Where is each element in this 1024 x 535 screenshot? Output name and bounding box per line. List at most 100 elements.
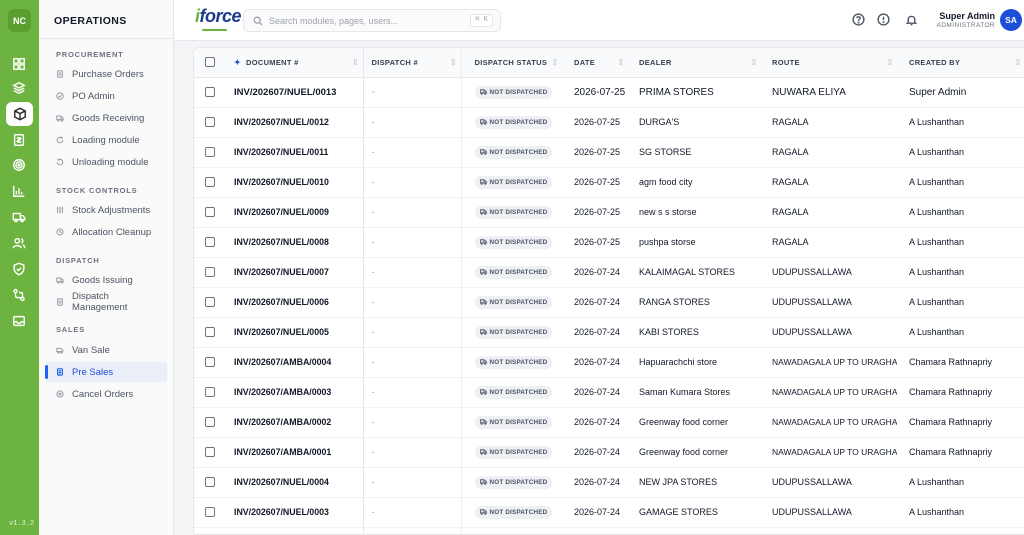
document-number[interactable]: INV/202607/AMBA/0004 <box>225 347 364 377</box>
document-number[interactable]: INV/202607/AMBA/0003 <box>225 377 364 407</box>
row-checkbox[interactable] <box>204 507 215 518</box>
column-header-dispatch-status[interactable]: DISPATCH STATUS ⁞⁞ <box>461 48 562 78</box>
menu-item-van-sale[interactable]: Van Sale <box>45 340 167 360</box>
row-checkbox[interactable] <box>204 417 215 428</box>
row-checkbox[interactable] <box>204 267 215 278</box>
row-select-cell[interactable] <box>194 287 225 317</box>
table-row[interactable]: INV/202607/NUEL/0004- NOT DISPATCHED 2026-… <box>194 467 1024 497</box>
target-icon[interactable] <box>11 157 27 173</box>
row-select-cell[interactable] <box>194 377 225 407</box>
table-row[interactable]: INV/202607/NUEL/0007- NOT DISPATCHED 2026-… <box>194 257 1024 287</box>
table-row[interactable]: INV/202607/NUEL/0009- NOT DISPATCHED 2026-… <box>194 197 1024 227</box>
dashboard-icon[interactable] <box>11 56 27 72</box>
table-row[interactable]: INV/202607/AMBA/0004- NOT DISPATCHED 2026-… <box>194 347 1024 377</box>
document-number[interactable]: INV/202607/AMBA/0001 <box>225 437 364 467</box>
column-header-created-by[interactable]: CREATED BY ⁞⁞ <box>897 48 1024 78</box>
column-resize-handle[interactable]: ⁞⁞ <box>1016 58 1020 67</box>
info-icon[interactable] <box>877 13 892 28</box>
row-select-cell[interactable] <box>194 407 225 437</box>
users-icon[interactable] <box>11 235 27 251</box>
document-number[interactable]: INV/202607/NUEL/0004 <box>225 467 364 497</box>
inbox-icon[interactable] <box>11 313 27 329</box>
table-row[interactable]: INV/202607/AMBA/0002- NOT DISPATCHED 2026-… <box>194 407 1024 437</box>
row-checkbox[interactable] <box>204 327 215 338</box>
shield-icon[interactable] <box>11 261 27 277</box>
row-select-cell[interactable] <box>194 107 225 137</box>
brand-logo[interactable]: iforce <box>195 6 242 27</box>
box-icon[interactable] <box>6 102 33 126</box>
row-select-cell[interactable] <box>194 497 225 527</box>
column-resize-handle[interactable]: ⁞⁞ <box>353 58 357 67</box>
table-row[interactable]: INV/202607/NUEL/0006- NOT DISPATCHED 2026-… <box>194 287 1024 317</box>
table-row[interactable]: INV/202607/NUEL/0003- NOT DISPATCHED 2026-… <box>194 497 1024 527</box>
document-number[interactable]: INV/202607/NUEL/0008 <box>225 227 364 257</box>
row-checkbox[interactable] <box>204 477 215 488</box>
menu-item-loading-module[interactable]: Loading module <box>45 130 167 150</box>
column-header-document[interactable]: ✦ DOCUMENT # ⁞⁞ <box>225 48 364 78</box>
menu-item-cancel-orders[interactable]: Cancel Orders <box>45 384 167 404</box>
table-row[interactable]: INV/202607/AMBA/0003- NOT DISPATCHED 2026-… <box>194 377 1024 407</box>
document-number[interactable]: INV/202607/NUEL/0009 <box>225 197 364 227</box>
document-number[interactable]: INV/202607/AMBA/0002 <box>225 407 364 437</box>
table-row[interactable]: INV/202607/NUEL/0005- NOT DISPATCHED 2026-… <box>194 317 1024 347</box>
help-icon[interactable] <box>852 13 867 28</box>
document-number[interactable]: INV/202607/NUEL/0013 <box>225 77 364 107</box>
search-bar[interactable]: ⌘ K <box>243 9 501 32</box>
row-select-cell[interactable] <box>194 257 225 287</box>
company-logo[interactable]: NC <box>8 9 31 32</box>
row-checkbox[interactable] <box>204 357 215 368</box>
row-checkbox[interactable] <box>204 117 215 128</box>
bell-icon[interactable] <box>905 13 920 28</box>
row-checkbox[interactable] <box>204 86 215 97</box>
table-row[interactable]: INV/202607/AMBA/0001- NOT DISPATCHED 2026-… <box>194 437 1024 467</box>
table-row[interactable]: INV/202607/NUEL/0012- NOT DISPATCHED 2026-… <box>194 107 1024 137</box>
menu-item-dispatch-management[interactable]: Dispatch Management <box>45 291 167 313</box>
column-header-dispatch-no[interactable]: DISPATCH # ⁞⁞ <box>363 48 462 78</box>
menu-item-goods-receiving[interactable]: Goods Receiving <box>45 108 167 128</box>
row-select-cell[interactable] <box>194 197 225 227</box>
column-header-route[interactable]: ROUTE ⁞⁞ <box>761 48 897 78</box>
row-select-cell[interactable] <box>194 347 225 377</box>
document-number[interactable]: INV/202607/NUEL/0006 <box>225 287 364 317</box>
document-number[interactable]: INV/202607/NUEL/0002 <box>225 527 364 534</box>
column-resize-handle[interactable]: ⁞⁞ <box>888 58 892 67</box>
pin-icon[interactable]: ✦ <box>234 58 241 67</box>
row-select-cell[interactable] <box>194 317 225 347</box>
row-checkbox[interactable] <box>204 177 215 188</box>
row-select-cell[interactable] <box>194 167 225 197</box>
document-number[interactable]: INV/202607/NUEL/0003 <box>225 497 364 527</box>
invoice-icon[interactable] <box>11 132 27 148</box>
table-row[interactable]: INV/202607/NUEL/0011- NOT DISPATCHED 2026-… <box>194 137 1024 167</box>
row-checkbox[interactable] <box>204 447 215 458</box>
document-number[interactable]: INV/202607/NUEL/0012 <box>225 107 364 137</box>
table-row[interactable]: INV/202607/NUEL/0008- NOT DISPATCHED 2026-… <box>194 227 1024 257</box>
truck-icon[interactable] <box>11 209 27 225</box>
layers-icon[interactable] <box>11 80 27 96</box>
column-resize-handle[interactable]: ⁞⁞ <box>619 58 623 67</box>
avatar[interactable]: SA <box>1000 9 1022 31</box>
search-input[interactable] <box>269 15 464 26</box>
menu-item-stock-adjustments[interactable]: Stock Adjustments <box>45 200 167 220</box>
header-select-all[interactable] <box>194 48 225 78</box>
user-name[interactable]: Super Admin <box>939 11 995 21</box>
table-row[interactable]: INV/202607/NUEL/0010- NOT DISPATCHED 2026-… <box>194 167 1024 197</box>
route-icon[interactable] <box>11 287 27 303</box>
row-select-cell[interactable] <box>194 437 225 467</box>
menu-item-po-admin[interactable]: PO Admin <box>45 86 167 106</box>
row-checkbox[interactable] <box>204 207 215 218</box>
document-number[interactable]: INV/202607/NUEL/0010 <box>225 167 364 197</box>
menu-item-unloading-module[interactable]: Unloading module <box>45 152 167 172</box>
select-all-checkbox[interactable] <box>204 57 215 68</box>
row-checkbox[interactable] <box>204 147 215 158</box>
menu-item-pre-sales[interactable]: Pre Sales <box>45 362 167 382</box>
column-resize-handle[interactable]: ⁞⁞ <box>553 58 557 67</box>
row-select-cell[interactable] <box>194 137 225 167</box>
document-number[interactable]: INV/202607/NUEL/0011 <box>225 137 364 167</box>
row-checkbox[interactable] <box>204 387 215 398</box>
row-checkbox[interactable] <box>204 297 215 308</box>
bar-chart-icon[interactable] <box>11 183 27 199</box>
row-select-cell[interactable] <box>194 227 225 257</box>
document-number[interactable]: INV/202607/NUEL/0007 <box>225 257 364 287</box>
row-select-cell[interactable] <box>194 527 225 534</box>
menu-item-goods-issuing[interactable]: Goods Issuing <box>45 270 167 290</box>
